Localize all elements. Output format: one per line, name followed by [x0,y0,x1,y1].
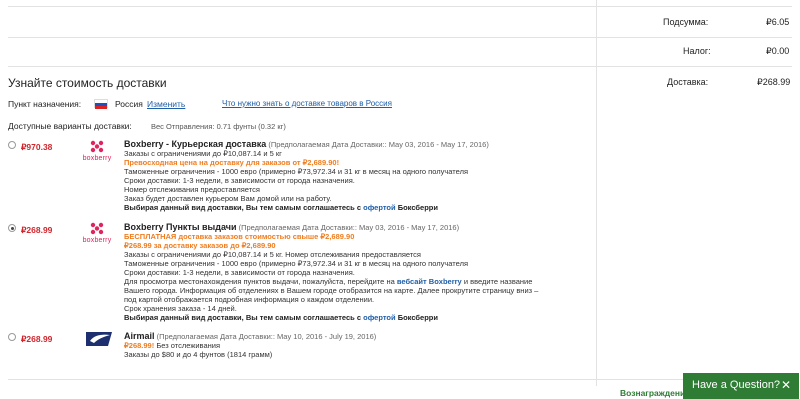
option-radio-pickup[interactable] [8,224,16,232]
destination-label: Пункт назначения: [8,99,82,109]
option-line: Заказы с ограничениями до ₽10,087.14 и 5… [124,149,282,158]
promo-line: Превосходная цена на доставку для заказо… [124,158,340,167]
option-line: Для просмотра местонахождения пунктов вы… [124,277,395,286]
close-icon[interactable]: ✕ [781,378,791,392]
option-line: Таможенные ограничения - 1000 евро (прим… [124,259,469,268]
option-line: под картой отображается подробная информ… [124,295,375,304]
destination-country: Россия [115,99,143,109]
have-a-question-button[interactable]: Have a Question? ✕ [683,373,799,399]
option-line: Заказ будет доставлен курьером Вам домой… [124,194,332,203]
offer-link[interactable]: офертой [363,203,395,212]
option-radio-airmail[interactable] [8,333,16,341]
option-price-airmail: ₽268.99 [21,334,53,344]
option-pickup: Boxberry Пункты выдачи (Предполагаемая Д… [124,222,594,323]
option-price-pickup: ₽268.99 [21,225,53,235]
delivery-dates: (Предполагаемая Дата Доставки:: May 03, … [268,140,489,149]
usps-logo-icon: usps [84,330,114,348]
summary-divider [596,0,597,386]
option-name: Boxberry - Курьерская доставка [124,139,267,149]
offer-link[interactable]: офертой [363,313,395,322]
bottom-divider [8,379,792,380]
promo-line: ₽268.99 за доставку заказов до ₽2,689.90 [124,241,276,250]
russia-shipping-info-link[interactable]: Что нужно знать о доставке товаров в Рос… [222,99,392,108]
option-airmail: Airmail (Предполагаемая Дата Доставки:: … [124,331,594,360]
boxberry-logo-text: boxberry [82,155,112,162]
price-tag: ₽268.99! [124,341,155,350]
usps-eagle-icon [86,332,112,346]
shipment-weight: Вес Отправления: 0.71 фунты (0.32 кг) [151,122,286,131]
change-destination-link[interactable]: Изменить [147,99,185,109]
shipping-value: ₽268.99 [757,77,791,87]
usps-logo-text: usps [84,330,86,331]
rewards-label: Вознаграждения [620,388,691,398]
boxberry-logo-text: boxberry [82,237,112,244]
option-name: Boxberry Пункты выдачи [124,222,237,232]
option-line: и введите название [463,277,533,286]
subtotal-divider [8,37,792,38]
shipping-title: Узнайте стоимость доставки [8,76,167,90]
boxberry-logo-icon: boxberry [80,140,114,162]
tracking-note: Без отслеживания [156,341,221,350]
tax-label: Налог: [683,46,711,56]
boxberry-logo-icon: boxberry [80,222,114,244]
option-line: Срок хранения заказа - 14 дней. [124,304,237,313]
boxberry-berry-icon [90,140,104,153]
boxberry-website-link[interactable]: вебсайт Boxberry [397,277,462,286]
delivery-dates: (Предполагаемая Дата Доставки:: May 03, … [238,223,460,232]
option-name: Airmail [124,331,155,341]
option-line: Таможенные ограничения - 1000 евро (прим… [124,167,469,176]
option-radio-courier[interactable] [8,141,16,149]
subtotal-label: Подсумма: [663,17,709,27]
agree-text: Выбирая данный вид доставки, Вы тем самы… [124,203,362,212]
chat-label[interactable]: Have a Question? [692,379,780,391]
option-line: Вашего города. Информация об отделениях … [124,286,539,295]
option-line: Заказы с ограничениями до ₽10,087.14 и 5… [124,250,421,259]
delivery-dates: (Предполагаемая Дата Доставки:: May 10, … [156,332,377,341]
tax-divider [8,66,792,67]
option-line: Номер отслеживания предоставляется [124,185,260,194]
agree-suffix: Боксберри [397,313,438,322]
shipping-label: Доставка: [667,77,709,87]
available-options-label: Доступные варианты доставки: [8,121,132,131]
option-line: Сроки доставки: 1-3 недели, в зависимост… [124,176,355,185]
option-line: Заказы до $80 и до 4 фунтов (1814 грамм) [124,350,273,359]
agree-text: Выбирая данный вид доставки, Вы тем самы… [124,313,362,322]
boxberry-berry-icon [90,222,104,235]
option-price-courier: ₽970.38 [21,142,53,152]
tax-value: ₽0.00 [766,46,790,56]
subtotal-value: ₽6.05 [766,17,790,27]
option-courier: Boxberry - Курьерская доставка (Предпола… [124,139,594,213]
promo-line: БЕСПЛАТНАЯ доставка заказов стоимостью с… [124,232,355,241]
top-divider [8,6,792,7]
russia-flag-icon [94,99,108,109]
option-line: Сроки доставки: 1-3 недели, в зависимост… [124,268,355,277]
agree-suffix: Боксберри [397,203,438,212]
